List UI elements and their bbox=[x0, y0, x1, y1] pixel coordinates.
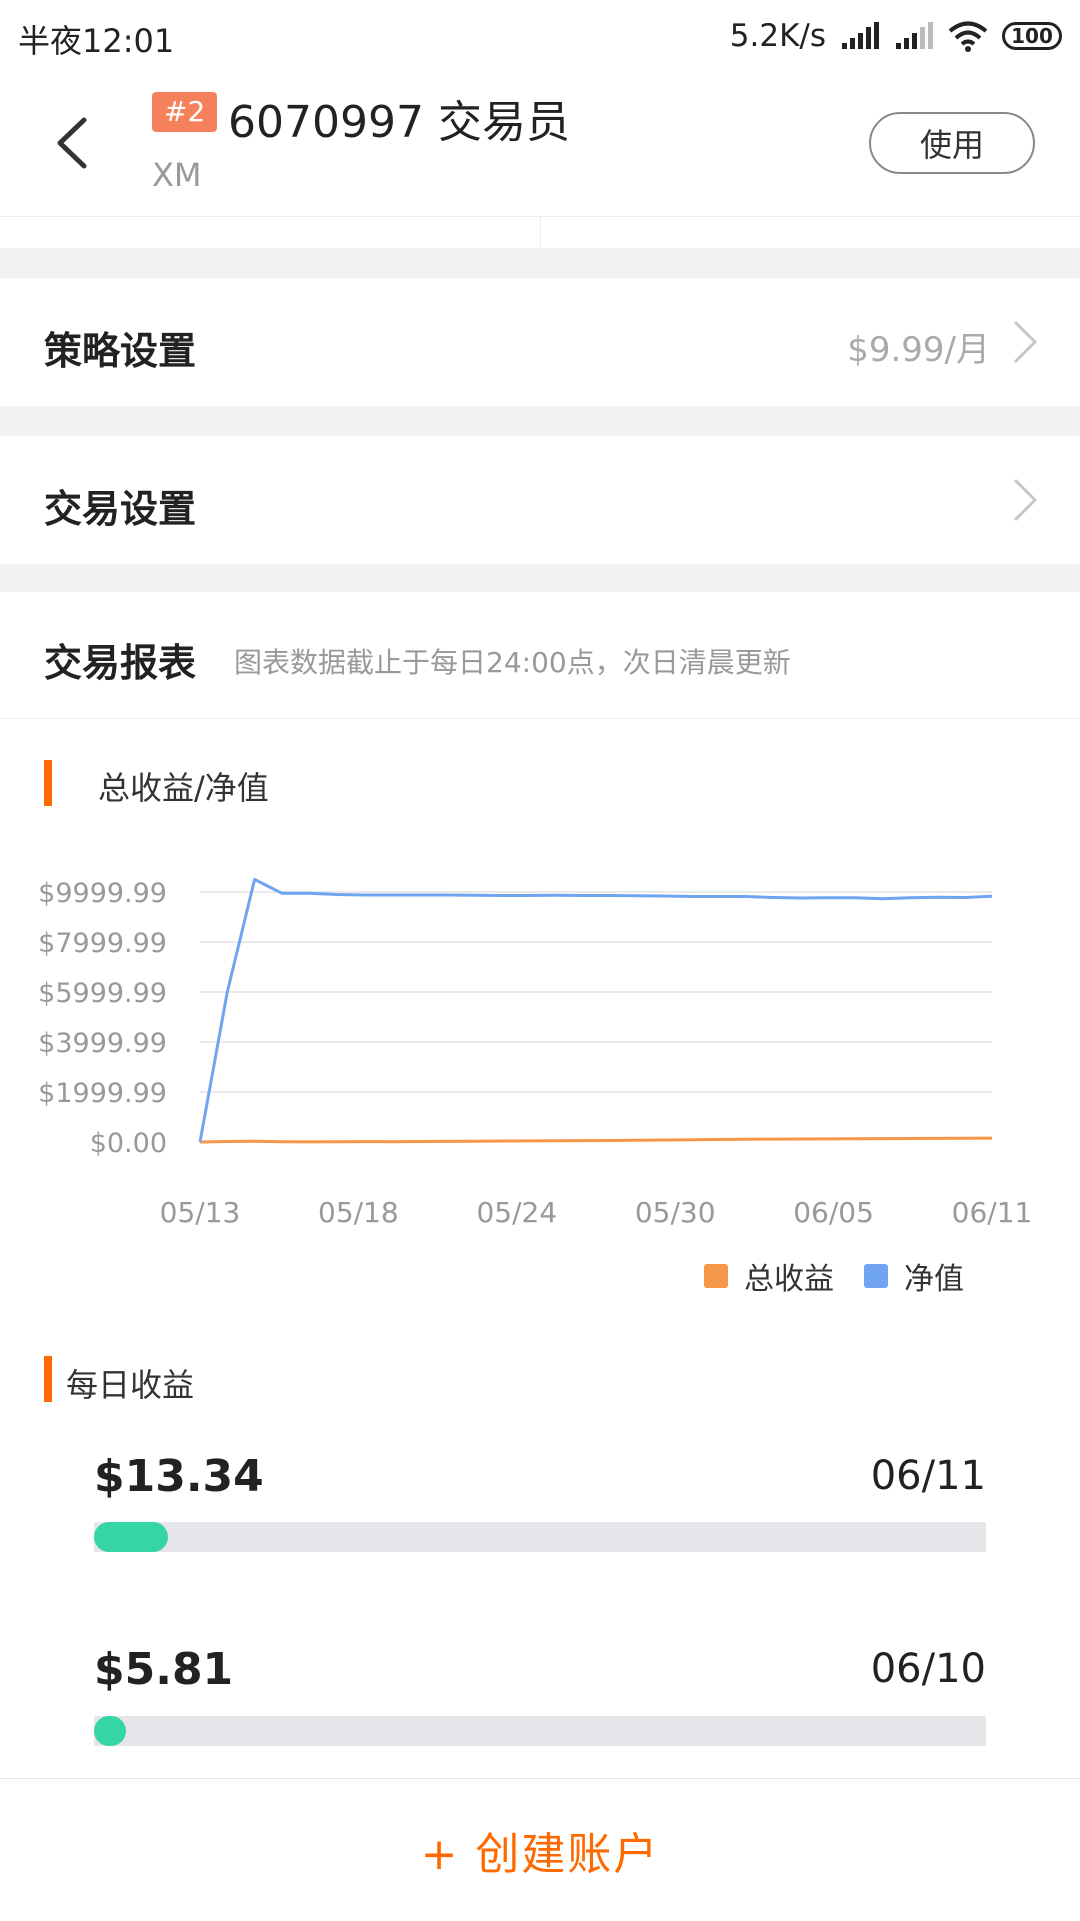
section-accent-bar bbox=[44, 1356, 52, 1402]
create-account-label: + 创建账户 bbox=[420, 1829, 660, 1880]
x-tick-label: 05/24 bbox=[476, 1196, 557, 1229]
y-tick-label: $7999.99 bbox=[38, 928, 167, 959]
chart-section-title: 总收益/净值 bbox=[98, 769, 269, 807]
status-time: 半夜12:01 bbox=[18, 22, 175, 60]
daily-progress-fill bbox=[94, 1522, 169, 1552]
chart-legend: 总收益 净值 bbox=[704, 1254, 964, 1298]
section-gap bbox=[0, 406, 1080, 436]
strategy-settings-label: 策略设置 bbox=[44, 329, 197, 373]
legend-label: 总收益 bbox=[744, 1262, 834, 1297]
legend-swatch bbox=[864, 1264, 888, 1288]
legend-label: 净值 bbox=[904, 1262, 964, 1297]
series-line-net-value bbox=[198, 878, 993, 1143]
legend-item-net-value: 净值 bbox=[864, 1254, 964, 1298]
x-tick-label: 05/13 bbox=[160, 1196, 241, 1229]
back-button[interactable] bbox=[40, 108, 110, 178]
strategy-settings-row[interactable]: 策略设置 $9.99/月 bbox=[0, 278, 1080, 406]
daily-progress-fill bbox=[94, 1716, 127, 1746]
daily-amount: $13.34 bbox=[94, 1451, 264, 1502]
y-tick-label: $5999.99 bbox=[38, 978, 167, 1009]
battery-level: 100 bbox=[1011, 24, 1053, 48]
battery-icon: 100 bbox=[1002, 22, 1062, 50]
signal-icon bbox=[842, 22, 879, 49]
x-tick-label: 06/05 bbox=[793, 1196, 874, 1229]
wifi-icon bbox=[948, 21, 988, 52]
chevron-right-icon bbox=[1013, 478, 1038, 522]
y-tick-label: $3999.99 bbox=[38, 1028, 167, 1059]
section-gap bbox=[0, 564, 1080, 592]
report-header: 交易报表 图表数据截止于每日24:00点，次日清晨更新 bbox=[0, 592, 1080, 719]
daily-date: 06/11 bbox=[870, 1453, 986, 1499]
back-arrow-icon bbox=[57, 117, 87, 169]
divider bbox=[540, 216, 541, 248]
rank-badge: #2 bbox=[152, 92, 218, 132]
network-speed: 5.2K/s bbox=[729, 18, 826, 54]
daily-amount: $5.81 bbox=[94, 1644, 234, 1695]
broker-label: XM bbox=[152, 156, 202, 194]
status-bar: 半夜12:01 5.2K/s 100 bbox=[0, 0, 1080, 72]
daily-progress-track bbox=[94, 1522, 986, 1552]
strategy-price: $9.99/月 bbox=[847, 330, 990, 370]
signal-icon-2 bbox=[896, 22, 933, 49]
series-line-total-profit bbox=[199, 1136, 993, 1144]
trade-settings-row[interactable]: 交易设置 bbox=[0, 436, 1080, 564]
x-tick-label: 05/18 bbox=[318, 1196, 399, 1229]
chevron-right-icon bbox=[1013, 320, 1038, 364]
page-title: 6070997 交易员 bbox=[228, 97, 570, 148]
y-tick-label: $0.00 bbox=[90, 1128, 167, 1159]
x-tick-label: 06/11 bbox=[952, 1196, 1033, 1229]
report-title: 交易报表 bbox=[44, 641, 197, 685]
daily-section-title: 每日收益 bbox=[66, 1366, 195, 1404]
create-account-button[interactable]: + 创建账户 bbox=[0, 1778, 1080, 1921]
legend-item-total-profit: 总收益 bbox=[704, 1254, 834, 1298]
x-tick-label: 05/30 bbox=[635, 1196, 716, 1229]
status-icons: 5.2K/s 100 bbox=[730, 14, 1062, 58]
y-tick-label: $1999.99 bbox=[38, 1078, 167, 1109]
trade-settings-label: 交易设置 bbox=[44, 487, 197, 531]
section-accent-bar bbox=[44, 760, 52, 806]
daily-date: 06/10 bbox=[870, 1646, 986, 1692]
section-gap bbox=[0, 248, 1080, 278]
legend-swatch bbox=[704, 1264, 728, 1288]
y-tick-label: $9999.99 bbox=[38, 878, 167, 909]
line-chart: $0.00 $1999.99 $3999.99 $5999.99 $7999.99 $99… bbox=[38, 878, 1033, 1229]
report-note: 图表数据截止于每日24:00点，次日清晨更新 bbox=[234, 646, 791, 679]
use-button[interactable]: 使用 bbox=[869, 112, 1035, 174]
header: #2 6070997 交易员 XM 使用 bbox=[0, 72, 1080, 217]
daily-progress-track bbox=[94, 1716, 986, 1746]
